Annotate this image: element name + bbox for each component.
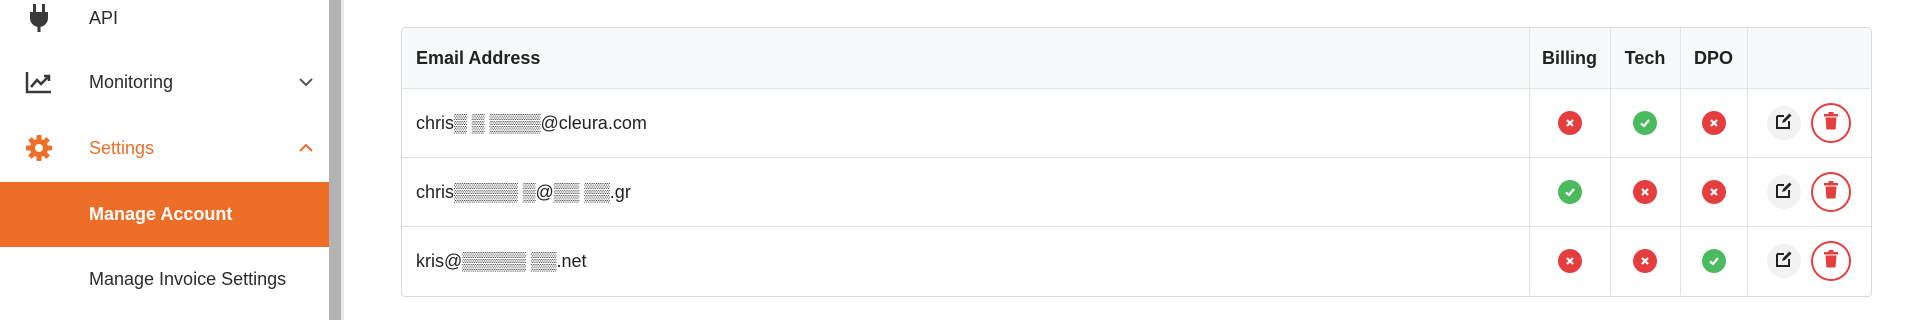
sidebar-item-label: Monitoring	[89, 71, 174, 92]
gear-icon	[24, 133, 54, 163]
chart-line-icon	[24, 67, 54, 97]
edit-icon	[1775, 250, 1793, 273]
column-header-dpo: DPO	[1680, 28, 1748, 89]
actions-cell	[1747, 157, 1871, 227]
x-circle-icon	[1633, 180, 1657, 204]
delete-button[interactable]	[1811, 172, 1852, 212]
table-row: kris@▒▒▒▒▒ ▒▒.net	[402, 226, 1871, 296]
dpo-cell	[1680, 157, 1748, 227]
check-circle-icon	[1633, 111, 1657, 135]
dpo-cell	[1680, 226, 1748, 295]
tech-cell	[1610, 226, 1681, 295]
delete-button[interactable]	[1811, 103, 1852, 143]
edit-button[interactable]	[1767, 106, 1802, 140]
check-circle-icon	[1701, 249, 1726, 273]
trash-icon	[1823, 111, 1839, 135]
trash-icon	[1823, 180, 1839, 204]
sidebar-subitem-manage-account[interactable]: Manage Account	[0, 182, 329, 247]
sidebar-subitem-label: Manage Account	[89, 204, 233, 224]
edit-icon	[1775, 181, 1793, 204]
sidebar-scrollbar[interactable]	[329, 0, 341, 320]
table-row: chris▒▒▒▒▒ ▒@▒▒ ▒▒.gr	[402, 157, 1871, 227]
sidebar-item-label: API	[89, 7, 119, 28]
sidebar-item-api[interactable]: API	[0, 0, 329, 50]
sidebar-subitem-manage-invoice-settings[interactable]: Manage Invoice Settings	[0, 247, 329, 312]
x-circle-icon	[1633, 249, 1657, 273]
divider	[341, 0, 344, 320]
plug-icon	[24, 3, 54, 33]
table-header-row: Email Address Billing Tech DPO	[402, 28, 1871, 89]
contacts-table: Email Address Billing Tech DPO chris▒ ▒ …	[401, 27, 1872, 297]
billing-cell	[1529, 88, 1611, 158]
trash-icon	[1823, 249, 1839, 273]
actions-cell	[1747, 227, 1871, 296]
tech-cell	[1610, 88, 1681, 158]
email-cell: chris▒ ▒ ▒▒▒▒@cleura.com	[402, 88, 1530, 158]
tech-cell	[1610, 157, 1681, 227]
check-circle-icon	[1557, 180, 1582, 204]
edit-button[interactable]	[1767, 175, 1802, 209]
sidebar-item-settings[interactable]: Settings	[0, 116, 329, 180]
table-row: chris▒ ▒ ▒▒▒▒@cleura.com	[402, 88, 1871, 158]
column-header-tech: Tech	[1610, 28, 1681, 89]
actions-cell	[1747, 88, 1871, 158]
x-circle-icon	[1701, 180, 1726, 204]
column-header-email: Email Address	[402, 28, 1530, 89]
edit-icon	[1775, 112, 1793, 135]
chevron-down-icon	[298, 74, 314, 90]
sidebar: API Monitoring Settings Manage Account M…	[0, 0, 329, 320]
column-header-actions	[1747, 28, 1871, 89]
delete-button[interactable]	[1811, 241, 1852, 281]
dpo-cell	[1680, 88, 1748, 158]
column-header-billing: Billing	[1529, 28, 1611, 89]
sidebar-item-label: Settings	[89, 137, 155, 158]
sidebar-item-monitoring[interactable]: Monitoring	[0, 50, 329, 114]
sidebar-subitem-label: Manage Invoice Settings	[89, 269, 287, 289]
email-cell: chris▒▒▒▒▒ ▒@▒▒ ▒▒.gr	[402, 157, 1530, 227]
billing-cell	[1529, 157, 1611, 227]
email-cell: kris@▒▒▒▒▒ ▒▒.net	[402, 226, 1530, 295]
x-circle-icon	[1557, 111, 1582, 135]
edit-button[interactable]	[1767, 244, 1802, 278]
billing-cell	[1529, 226, 1611, 295]
chevron-up-icon	[298, 140, 314, 156]
x-circle-icon	[1557, 249, 1582, 273]
x-circle-icon	[1701, 111, 1726, 135]
